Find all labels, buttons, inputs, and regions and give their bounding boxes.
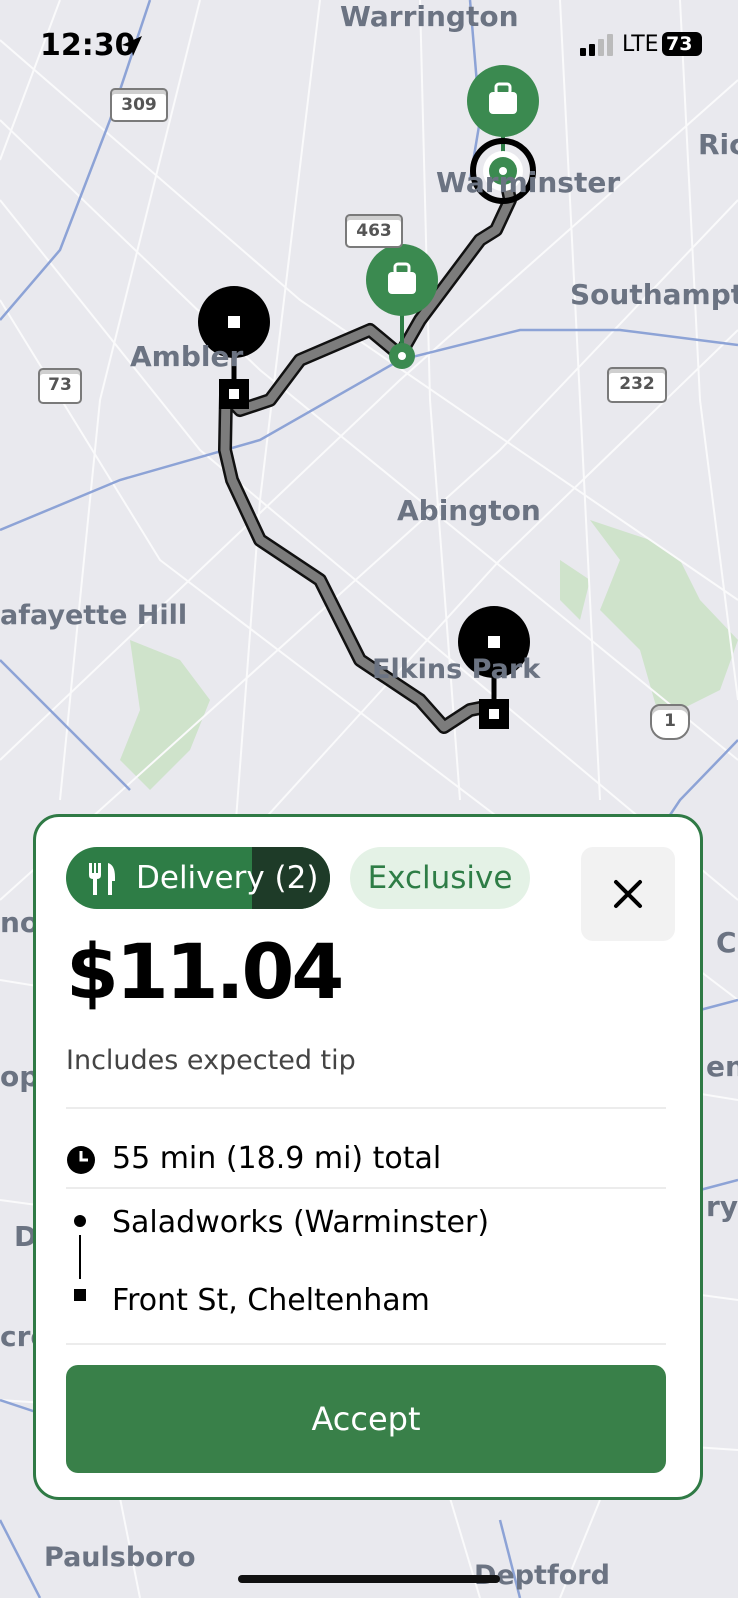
clock-icon [67,1146,95,1174]
navigation-arrow-icon [122,36,142,56]
tip-note: Includes expected tip [66,1045,356,1076]
close-button[interactable] [581,847,675,941]
offer-price: $11.04 [66,927,344,1016]
divider [66,1187,666,1189]
dropoff-location: Front St, Cheltenham [112,1283,430,1318]
map-label: Warrington [340,0,519,33]
route-shield: 73 [38,368,82,404]
offer-card: Delivery (2) Exclusive $11.04 Includes e… [33,814,703,1500]
route-shield: 309 [110,88,168,122]
utensils-icon [89,863,115,895]
map-label: Warminster [436,166,621,199]
battery-level: 73 [666,33,693,55]
route-shield: 1 [650,704,690,740]
map-label: Ric [698,128,738,161]
divider [66,1343,666,1345]
map-label: Ambler [130,340,244,373]
accept-button[interactable]: Accept [66,1365,666,1473]
map-label: Southampt [570,278,738,311]
stops-timeline [74,1215,86,1301]
map-label: ry [706,1190,738,1223]
dropoff-square-icon [74,1289,86,1301]
delivery-badge: Delivery (2) [66,847,330,909]
route-shield: 463 [345,214,403,248]
exclusive-badge: Exclusive [350,847,530,909]
delivery-label: Delivery (2) [136,860,319,896]
divider [66,1107,666,1109]
trip-duration: 55 min (18.9 mi) total [112,1141,442,1176]
home-indicator[interactable] [238,1575,500,1583]
close-icon [614,880,642,908]
pickup-dot-icon [74,1215,86,1227]
map-label: afayette Hill [0,600,188,631]
pickup-location: Saladworks (Warminster) [112,1205,490,1240]
map-label: en [706,1050,738,1083]
map-label: Paulsboro [44,1542,196,1573]
map-label: Elkins Park [372,654,541,685]
signal-icon [580,34,613,56]
map-label: C [716,926,737,959]
map-label: Abington [397,494,541,527]
network-label: LTE [622,32,659,57]
battery-icon: 73 [662,32,702,56]
route-shield: 232 [607,367,667,403]
